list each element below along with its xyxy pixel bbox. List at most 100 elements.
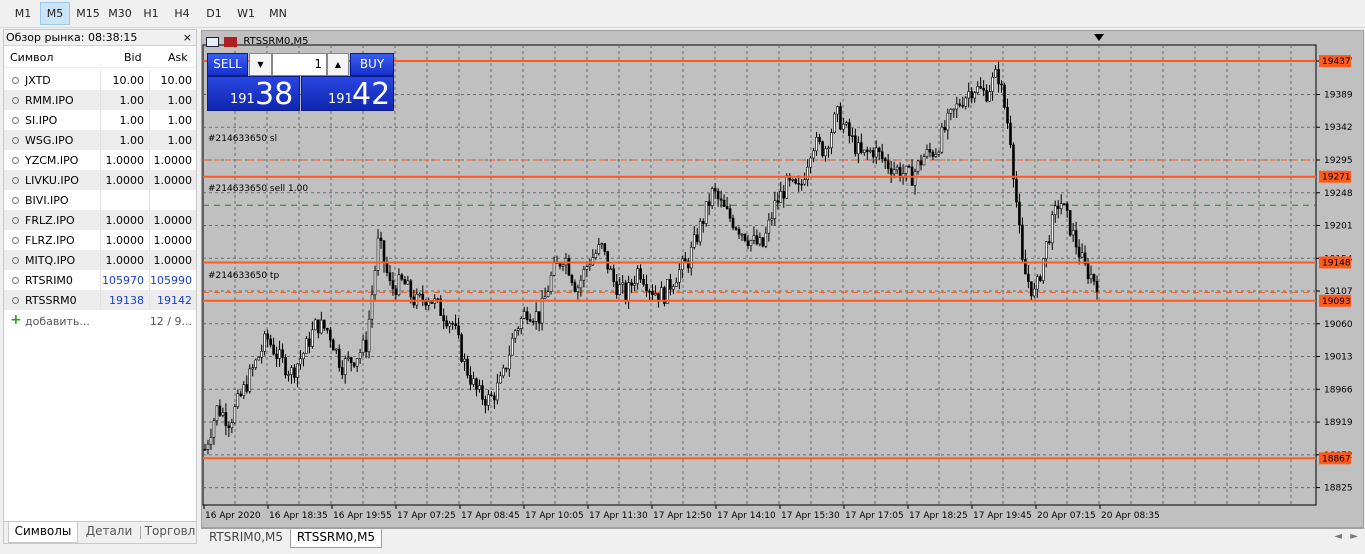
tab-symbols[interactable]: Символы [8,522,78,543]
column-bid[interactable]: Bid [124,51,142,64]
symbol-row[interactable]: YZCM.IPO 1.0000 1.0000 [4,150,196,170]
column-symbol[interactable]: Символ [10,51,53,64]
column-divider [100,130,101,150]
column-divider [100,170,101,190]
candle-body [1003,84,1006,108]
candle-body [746,240,750,246]
candle-body [1021,224,1024,260]
timeframe-h1[interactable]: H1 [137,2,165,25]
candle-body [648,290,651,293]
column-divider [100,110,101,130]
candle-body [302,353,305,359]
buy-price-box[interactable]: 191 42 [301,76,394,112]
candle-body [287,374,290,376]
add-symbol-label[interactable]: добавить... [25,315,90,328]
timeframe-h4[interactable]: H4 [168,2,196,25]
candle-body [1015,178,1018,203]
symbol-row[interactable]: BIVI.IPO [4,190,196,210]
add-symbol-row[interactable]: + добавить... 12 / 9... [4,311,196,331]
symbol-name: FLRZ.IPO [25,234,75,247]
tab-chart-rtsrim0[interactable]: RTSRIM0,M5 [203,529,289,548]
candle-body [1009,122,1012,146]
sell-button[interactable]: SELL [207,53,248,76]
candle-body [323,319,326,329]
volume-input[interactable]: 1 [272,53,327,76]
column-divider [149,190,150,210]
candle-body [460,334,463,362]
candle-body [722,199,726,207]
column-divider [149,210,150,230]
candle-body [206,443,210,450]
candle-body [943,126,947,131]
order-label-tp[interactable]: #214633650 tp [208,271,279,281]
candle-body [487,394,490,406]
bid-value: 1.00 [119,134,145,147]
ask-value: 105990 [150,274,192,287]
candle-body [466,358,469,376]
candle-body [418,293,422,296]
time-tick-label: 17 Apr 10:05 [525,511,584,521]
candle-body [1056,205,1060,209]
candle-body [752,235,756,241]
candle-body [573,282,577,292]
volume-up-button[interactable]: ▲ [327,53,349,76]
tab-details[interactable]: Детали [80,522,138,543]
symbol-row[interactable]: LIVKU.IPO 1.0000 1.0000 [4,170,196,190]
candle-body [937,151,941,155]
candle-body [1062,203,1066,205]
candle-body [376,237,380,271]
candle-body [925,149,929,157]
timeframe-d1[interactable]: D1 [200,2,228,25]
timeframe-m5[interactable]: M5 [40,2,70,25]
timeframe-m15[interactable]: M15 [72,2,104,25]
symbol-row[interactable]: MITQ.IPO 1.0000 1.0000 [4,250,196,270]
candle-body [848,122,851,136]
candle-body [597,244,601,254]
candle-body [1068,210,1072,236]
tab-trading[interactable]: Торговл [142,522,198,543]
candle-body [436,298,439,301]
ask-value: 19142 [157,294,192,307]
chart-window[interactable]: 1943719389193421929519248192011915419107… [201,30,1364,528]
candle-body [278,349,281,359]
timeframe-mn[interactable]: MN [264,2,292,25]
time-tick-label: 16 Apr 2020 [205,511,261,521]
candle-body [636,268,639,284]
scroll-left-icon[interactable]: ◄ [1334,531,1342,542]
symbol-row[interactable]: SI.IPO 1.00 1.00 [4,110,196,130]
candle-body [776,200,780,203]
timeframe-m1[interactable]: M1 [8,2,38,25]
candle-body [385,262,389,273]
symbol-row[interactable]: RTSRIM0 105970 105990 [4,270,196,290]
close-icon[interactable]: × [183,30,192,45]
timeframe-m30[interactable]: M30 [104,2,136,25]
scroll-right-icon[interactable]: ► [1350,531,1358,542]
symbol-row[interactable]: FLRZ.IPO 1.0000 1.0000 [4,230,196,250]
symbol-row[interactable]: WSG.IPO 1.00 1.00 [4,130,196,150]
symbol-row[interactable]: FRLZ.IPO 1.0000 1.0000 [4,210,196,230]
plot-area[interactable] [202,44,1317,506]
column-ask[interactable]: Ask [168,51,188,64]
order-label-sell[interactable]: #214633650 sell 1.00 [208,184,308,194]
candle-body [904,165,908,174]
candle-body [624,282,627,301]
candle-body [478,385,481,390]
bid-value: 1.0000 [105,174,145,187]
sell-price-box[interactable]: 191 38 [207,76,300,112]
symbol-row[interactable]: JXTD 10.00 10.00 [4,70,196,90]
candle-body [475,378,478,390]
timeframe-w1[interactable]: W1 [232,2,260,25]
tab-chart-rtssrm0[interactable]: RTSSRM0,M5 [290,529,382,548]
market-watch-title: Обзор рынка: 08:38:15 [6,31,138,44]
buy-sell-icon[interactable] [224,36,238,47]
symbol-row[interactable]: RMM.IPO 1.00 1.00 [4,90,196,110]
volume-down-button[interactable]: ▼ [249,53,272,76]
order-label-sl[interactable]: #214633650 sl [208,134,277,144]
buy-button[interactable]: BUY [350,53,394,76]
chart-shift-icon[interactable] [1094,34,1104,41]
candle-body [272,344,275,355]
candle-body [818,136,821,142]
candle-body [704,201,708,224]
time-tick-label: 20 Apr 08:35 [1101,511,1160,521]
symbol-row[interactable]: RTSSRM0 19138 19142 [4,290,196,310]
